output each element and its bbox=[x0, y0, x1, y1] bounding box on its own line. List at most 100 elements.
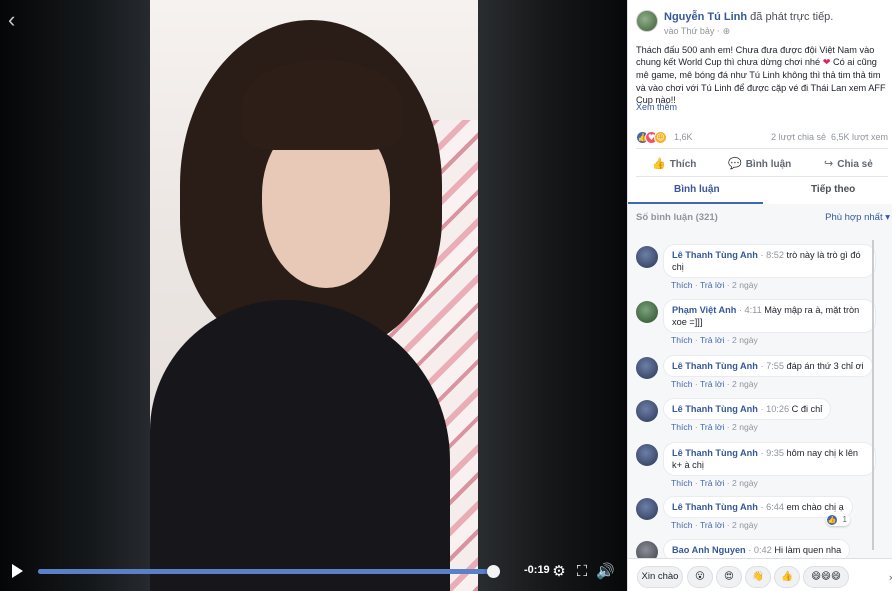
comments-list: Số bình luận (321) Phù hợp nhất ▾ Lê Tha… bbox=[628, 204, 892, 591]
share-button[interactable]: ↪ Chia sẻ bbox=[824, 157, 873, 170]
comment-like-link[interactable]: Thích bbox=[671, 379, 693, 389]
love-eyes-emoji-icon[interactable]: 😍 bbox=[716, 566, 742, 588]
comment-timestamp[interactable]: · 9:35 bbox=[760, 448, 784, 458]
sort-dropdown[interactable]: Phù hợp nhất ▾ bbox=[825, 212, 890, 223]
comment-like-link[interactable]: Thích bbox=[671, 335, 693, 345]
more-arrow-icon[interactable]: › bbox=[889, 571, 892, 584]
comment-timestamp[interactable]: · 10:26 bbox=[760, 404, 789, 414]
thumbs-up-emoji-icon[interactable]: 👍 bbox=[774, 566, 800, 588]
post-panel: Nguyễn Tú Linh đã phát trực tiếp. vào Th… bbox=[627, 0, 892, 591]
comment-like-link[interactable]: Thích bbox=[671, 478, 693, 488]
see-more-link[interactable]: Xem thêm bbox=[636, 102, 677, 112]
reaction-count[interactable]: 1,6K bbox=[674, 132, 693, 142]
comment-ts-value: 10:26 bbox=[766, 404, 790, 414]
avatar[interactable] bbox=[636, 444, 658, 466]
share-arrow-icon: ↪ bbox=[824, 157, 834, 170]
post-header: Nguyễn Tú Linh đã phát trực tiếp. vào Th… bbox=[636, 8, 886, 40]
progress-bar[interactable] bbox=[38, 569, 494, 574]
comment-reply-link[interactable]: Trả lời bbox=[700, 478, 724, 488]
play-icon[interactable] bbox=[12, 564, 23, 578]
comment-author[interactable]: Lê Thanh Tùng Anh bbox=[672, 404, 758, 414]
comment-like-link[interactable]: Thích bbox=[671, 422, 693, 432]
comment-bubble: Lê Thanh Tùng Anh · 10:26 C đi chỉ bbox=[663, 398, 832, 420]
avatar[interactable] bbox=[636, 357, 658, 379]
comment-text: Hi làm quen nha bbox=[774, 545, 842, 555]
comment-timestamp[interactable]: · 0:42 bbox=[748, 545, 772, 555]
tab-follow[interactable]: Tiếp theo bbox=[811, 184, 855, 195]
page-name-link[interactable]: Nguyễn Tú Linh bbox=[664, 11, 747, 23]
quick-reply-greeting[interactable]: Xin chào bbox=[637, 566, 683, 588]
back-chevron-icon[interactable]: ‹ bbox=[8, 9, 22, 31]
page-avatar[interactable] bbox=[636, 10, 658, 32]
comments-scrollbar[interactable] bbox=[872, 240, 874, 550]
comment-button[interactable]: 💬 Bình luận bbox=[728, 157, 791, 170]
comment-like-link[interactable]: Thích bbox=[671, 280, 693, 290]
comment-meta: Thích · Trả lời · 2 ngày bbox=[671, 520, 758, 530]
post-time[interactable]: vào Thứ bảy bbox=[664, 26, 714, 36]
avatar[interactable] bbox=[636, 498, 658, 520]
comment-author[interactable]: Phạm Việt Anh bbox=[672, 305, 736, 315]
comment-bubble: Lê Thanh Tùng Anh · 9:35 hôm nay chị k l… bbox=[663, 442, 876, 476]
comment-age: 2 ngày bbox=[732, 335, 758, 345]
avatar[interactable] bbox=[636, 246, 658, 268]
comment-reply-link[interactable]: Trả lời bbox=[700, 379, 724, 389]
comment-age: 2 ngày bbox=[732, 422, 758, 432]
like-label: Thích bbox=[669, 159, 697, 170]
comment-reply-link[interactable]: Trả lời bbox=[700, 335, 724, 345]
video-frame bbox=[150, 0, 478, 591]
video-player[interactable]: ‹ -0:19 ⚙ ⛶ 🔊 bbox=[0, 0, 627, 591]
comment-bubble: Phạm Việt Anh · 4:11 Mày mập ra à, mặt t… bbox=[663, 299, 876, 333]
comment-like-count: 1 bbox=[842, 515, 847, 524]
like-button[interactable]: 👍 Thích bbox=[652, 157, 696, 170]
avatar[interactable] bbox=[636, 400, 658, 422]
divider bbox=[636, 176, 888, 177]
comment-like-badge[interactable]: 👍 1 bbox=[826, 514, 850, 526]
avatar[interactable] bbox=[636, 301, 658, 323]
comment-author[interactable]: Lê Thanh Tùng Anh bbox=[672, 448, 758, 458]
comment-bubble: Lê Thanh Tùng Anh · 8:52 trò này là trò … bbox=[663, 244, 876, 278]
reactions-row: 👍 ♥ ☺ 1,6K 2 lượt chia sẻ 6,5K lượt xem bbox=[636, 131, 888, 145]
quick-reply-bar: Xin chào 😮 😍 👋 👍 😄😄😄 › bbox=[628, 558, 892, 591]
tab-comments[interactable]: Bình luận bbox=[674, 184, 720, 195]
haha-reaction-icon[interactable]: ☺ bbox=[654, 131, 667, 144]
comment-reply-link[interactable]: Trả lời bbox=[700, 280, 724, 290]
video-blur-left bbox=[0, 0, 150, 591]
comment-reply-link[interactable]: Trả lời bbox=[700, 520, 724, 530]
triple-smile-emoji-icon[interactable]: 😄😄😄 bbox=[803, 566, 849, 588]
volume-icon[interactable]: 🔊 bbox=[596, 562, 615, 580]
comment-ts-value: 4:11 bbox=[744, 305, 762, 315]
comment-author[interactable]: Lê Thanh Tùng Anh bbox=[672, 361, 758, 371]
share-count[interactable]: 2 lượt chia sẻ bbox=[771, 132, 826, 142]
comment-text: C đi chỉ bbox=[791, 404, 823, 414]
post-action-text: đã phát trực tiếp. bbox=[750, 11, 834, 23]
comment-timestamp[interactable]: · 8:52 bbox=[760, 250, 784, 260]
action-bar: 👍 Thích 💬 Bình luận ↪ Chia sẻ bbox=[636, 155, 888, 173]
fullscreen-icon[interactable]: ⛶ bbox=[573, 562, 591, 580]
heart-icon: ❤ bbox=[822, 57, 831, 69]
video-controls: -0:19 ⚙ ⛶ 🔊 bbox=[0, 556, 627, 586]
comment-age: 2 ngày bbox=[732, 379, 758, 389]
comment-timestamp[interactable]: · 7:55 bbox=[760, 361, 784, 371]
comment-author[interactable]: Lê Thanh Tùng Anh bbox=[672, 502, 758, 512]
progress-knob[interactable] bbox=[487, 565, 500, 578]
wow-emoji-icon[interactable]: 😮 bbox=[687, 566, 713, 588]
comment-timestamp[interactable]: · 4:11 bbox=[739, 305, 762, 315]
post-title: Nguyễn Tú Linh đã phát trực tiếp. bbox=[664, 11, 833, 23]
post-body: Thách đấu 500 anh em! Chưa đưa được đội … bbox=[636, 44, 888, 106]
comment-label: Bình luận bbox=[745, 159, 792, 170]
share-label: Chia sẻ bbox=[837, 159, 873, 170]
comment-age: 2 ngày bbox=[732, 520, 758, 530]
comment-author[interactable]: Lê Thanh Tùng Anh bbox=[672, 250, 758, 260]
view-count: 6,5K lượt xem bbox=[831, 132, 888, 142]
comment-timestamp[interactable]: · 6:44 bbox=[760, 502, 784, 512]
thumb-up-icon: 👍 bbox=[827, 515, 837, 525]
comment-ts-value: 9:35 bbox=[766, 448, 784, 458]
comment-like-link[interactable]: Thích bbox=[671, 520, 693, 530]
comment-ts-value: 8:52 bbox=[766, 250, 784, 260]
wave-emoji-icon[interactable]: 👋 bbox=[745, 566, 771, 588]
comment-reply-link[interactable]: Trả lời bbox=[700, 422, 724, 432]
settings-icon[interactable]: ⚙ bbox=[550, 562, 568, 580]
comment-tabs: Bình luận Tiếp theo bbox=[628, 178, 892, 204]
comment-author[interactable]: Bao Anh Nguyen bbox=[672, 545, 746, 555]
comment-bubble: Lê Thanh Tùng Anh · 7:55 đáp án thứ 3 ch… bbox=[663, 355, 873, 377]
